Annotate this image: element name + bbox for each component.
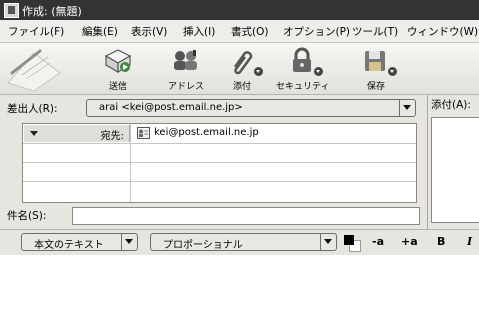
- menu-bar: ファイル(F) 編集(E) 表示(V) 挿入(I) 書式(O) オプション(P)…: [0, 20, 479, 43]
- attach-dropdown-icon[interactable]: [254, 67, 263, 76]
- font-select[interactable]: プロポーショナル: [150, 233, 337, 251]
- attach-label: 添付: [232, 82, 251, 92]
- column-divider: [130, 124, 131, 202]
- paragraph-style-value: 本文のテキスト: [34, 240, 104, 251]
- decrease-font-size-button[interactable]: -a: [372, 235, 384, 248]
- italic-button[interactable]: I: [467, 235, 472, 248]
- title-bar[interactable]: 作成: (無題): [0, 0, 479, 20]
- address-label: アドレス: [167, 82, 204, 92]
- dropdown-arrow-icon: [30, 131, 38, 136]
- lock-icon: [293, 47, 311, 72]
- compose-logo-icon: [7, 49, 61, 92]
- recipient-address[interactable]: kei@post.email.ne.jp: [154, 127, 259, 138]
- security-label: セキュリティ: [276, 82, 330, 92]
- bold-button[interactable]: B: [437, 235, 445, 248]
- attachment-label: 添付(A):: [431, 99, 471, 111]
- paragraph-style-select[interactable]: 本文のテキスト: [21, 233, 138, 251]
- table-row[interactable]: [23, 162, 416, 182]
- menu-view[interactable]: 表示(V): [131, 24, 167, 39]
- send-button[interactable]: 送信: [98, 43, 138, 94]
- send-icon: [104, 49, 132, 74]
- paperclip-icon: [233, 51, 253, 75]
- table-row[interactable]: [23, 143, 416, 163]
- chevron-down-icon[interactable]: [399, 100, 415, 116]
- from-label: 差出人(R):: [7, 103, 58, 115]
- window-title: 作成: (無題): [22, 5, 82, 18]
- format-toolbar: 本文のテキスト プロポーショナル -a +a B I: [0, 229, 479, 256]
- toolbar: 送信 アドレス 添付 セキュリティ 保存: [0, 43, 479, 95]
- save-button[interactable]: 保存: [358, 43, 397, 94]
- menu-options[interactable]: オプション(P): [283, 24, 350, 39]
- recipient-type: 宛先:: [100, 131, 124, 142]
- attachment-list[interactable]: [431, 117, 479, 223]
- table-row[interactable]: [23, 181, 416, 200]
- font-value: プロポーショナル: [163, 240, 243, 251]
- menu-window[interactable]: ウィンドウ(W): [407, 24, 478, 39]
- recipient-type-select[interactable]: 宛先:: [24, 125, 130, 142]
- save-dropdown-icon[interactable]: [388, 67, 397, 76]
- menu-edit[interactable]: 編集(E): [82, 24, 118, 39]
- chevron-down-icon[interactable]: [121, 234, 137, 250]
- contact-card-icon: [137, 127, 150, 139]
- app-icon: [4, 3, 19, 18]
- menu-format[interactable]: 書式(O): [231, 24, 268, 39]
- security-button[interactable]: セキュリティ: [276, 43, 330, 94]
- chevron-down-icon[interactable]: [320, 234, 336, 250]
- from-select[interactable]: arai <kei@post.email.ne.jp>: [86, 99, 416, 117]
- increase-font-size-button[interactable]: +a: [401, 235, 418, 248]
- address-book-icon: [174, 50, 197, 70]
- from-value: arai <kei@post.email.ne.jp>: [99, 102, 243, 113]
- security-dropdown-icon[interactable]: [314, 67, 323, 76]
- message-body-editor[interactable]: [0, 255, 479, 331]
- send-label: 送信: [108, 82, 127, 92]
- address-button[interactable]: アドレス: [163, 43, 209, 94]
- save-icon: [365, 51, 385, 71]
- menu-file[interactable]: ファイル(F): [8, 24, 64, 39]
- save-label: 保存: [366, 82, 385, 92]
- recipient-list[interactable]: 宛先: kei@post.email.ne.jp: [22, 123, 417, 203]
- attach-button[interactable]: 添付: [222, 43, 263, 94]
- text-color-button[interactable]: [343, 234, 361, 252]
- subject-input[interactable]: [72, 207, 420, 225]
- menu-insert[interactable]: 挿入(I): [183, 24, 215, 39]
- subject-label: 件名(S):: [7, 210, 47, 222]
- menu-tools[interactable]: ツール(T): [352, 24, 398, 39]
- foreground-color-swatch: [344, 235, 354, 245]
